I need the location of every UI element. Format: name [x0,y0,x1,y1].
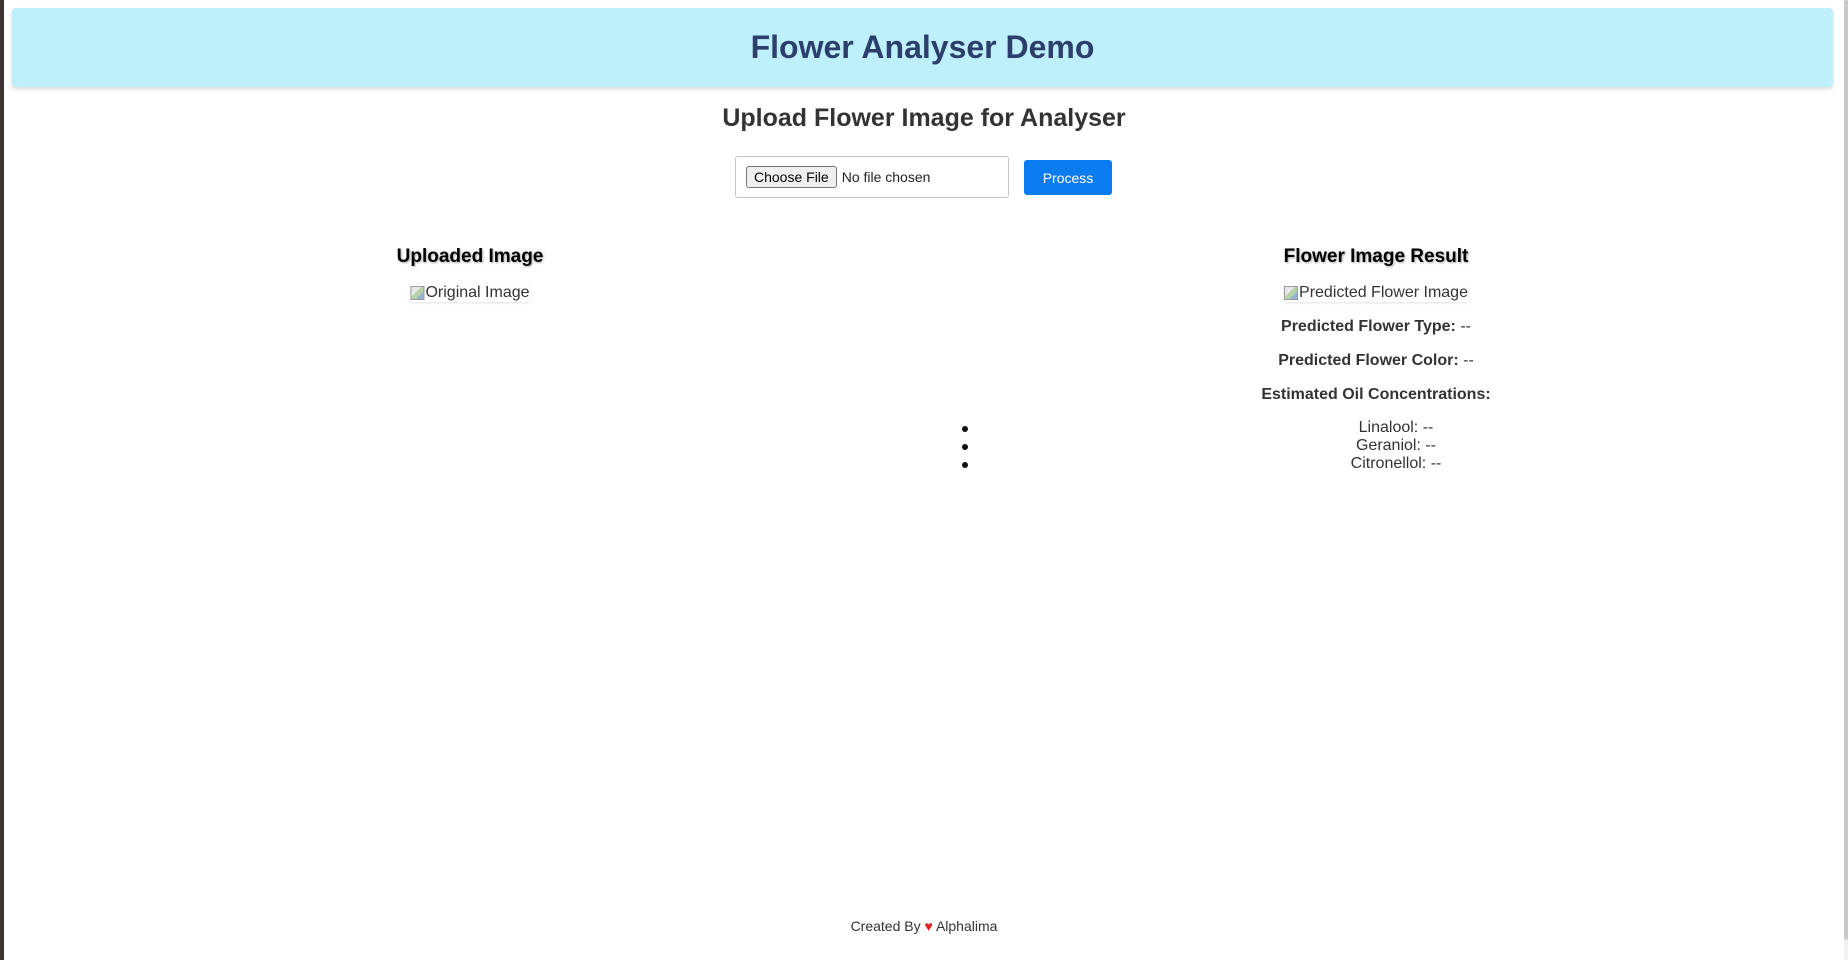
predicted-type-label: Predicted Flower Type: [1281,318,1456,335]
result-title: Flower Image Result [1283,246,1469,267]
original-image-alt: Original Image [425,284,530,301]
predicted-type-row: Predicted Flower Type: -- [1281,318,1471,336]
footer: Created By ♥ Alphalima [0,918,1848,934]
predicted-type-value: -- [1460,318,1471,335]
predicted-flower-image: Predicted Flower Image [1284,284,1468,302]
scrollbar[interactable] [1844,0,1848,960]
uploaded-image-title: Uploaded Image [396,246,544,267]
footer-author: Alphalima [935,918,998,934]
predicted-color-value: -- [1463,352,1474,369]
oil-concentrations-heading: Estimated Oil Concentrations: [1261,386,1491,403]
bullet-icon [962,444,968,450]
upload-section-title: Upload Flower Image for Analyser [722,104,1126,132]
oil-geraniol: Geraniol: -- [1355,437,1437,454]
oil-linalool: Linalool: -- [1358,419,1434,436]
header-banner: Flower Analyser Demo [12,8,1833,87]
choose-file-button[interactable]: Choose File [746,166,837,188]
footer-created-by: Created By [850,918,921,934]
oil-citronellol: Citronellol: -- [1350,455,1442,472]
file-status-text: No file chosen [841,169,931,185]
bullet-icon [962,426,968,432]
broken-image-icon [1284,286,1299,300]
file-input[interactable]: Choose File No file chosen [735,156,1009,198]
predicted-image-alt: Predicted Flower Image [1299,284,1468,301]
window-left-edge [0,0,4,960]
bullet-icon [962,462,968,468]
scrollbar-thumb[interactable] [1844,0,1848,940]
page-title: Flower Analyser Demo [750,29,1095,65]
broken-image-icon [410,286,425,300]
predicted-color-row: Predicted Flower Color: -- [1278,352,1474,370]
predicted-color-label: Predicted Flower Color: [1278,352,1459,369]
original-image: Original Image [410,284,530,302]
heart-icon: ♥ [924,918,933,934]
process-button[interactable]: Process [1024,160,1112,195]
